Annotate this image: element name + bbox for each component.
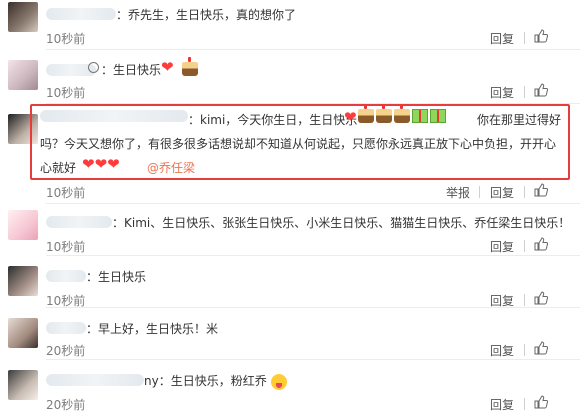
comment-time: 20秒前 [46,344,86,358]
username[interactable] [46,270,86,282]
separator [524,294,525,306]
thumbs-up-icon [534,395,548,409]
comment-item: ny：生日快乐，粉红乔 20秒前 回复 [0,360,580,412]
comment-text: ：Kimi、生日快乐、张张生日快乐、小米生日快乐、猫猫生日快乐、乔任梁生日快乐！ [112,216,571,230]
like-button[interactable] [534,237,551,251]
avatar[interactable] [8,266,38,296]
avatar[interactable] [8,210,38,240]
comment-time: 10秒前 [46,86,86,100]
thumbs-up-icon [534,29,548,43]
comment-text: ：乔先生，生日快乐，真的想你了 [116,8,297,22]
report-button[interactable]: 举报 [446,184,470,201]
comment-time: 10秒前 [46,186,86,200]
like-button[interactable] [534,291,551,305]
reply-button[interactable]: 回复 [490,396,514,413]
separator [524,344,525,356]
reply-button[interactable]: 回复 [490,184,514,201]
tongue-emoji-icon [271,374,287,390]
highlight-box [30,104,570,180]
comment-text: ny：生日快乐，粉红乔 [144,374,267,388]
username[interactable] [46,374,144,386]
separator [524,186,525,198]
avatar[interactable] [8,60,38,90]
like-button[interactable] [534,83,551,97]
thumbs-up-icon [534,237,548,251]
thumbs-up-icon [534,83,548,97]
thumbs-up-icon [534,291,548,305]
comment-text: ：生日快乐 [86,270,147,284]
reply-button[interactable]: 回复 [490,342,514,359]
comment-time: 10秒前 [46,32,86,46]
comment-text: ：生日快乐 [101,63,162,77]
like-button[interactable] [534,29,551,43]
comment-item: ：生日快乐 10秒前 回复 [0,256,580,308]
avatar[interactable] [8,370,38,400]
comment-text: ：早上好，生日快乐！米 [86,322,219,336]
avatar[interactable] [8,318,38,348]
avatar[interactable] [8,2,38,32]
separator [524,398,525,410]
separator [524,86,525,98]
like-button[interactable] [534,341,551,355]
clock-icon [88,62,99,73]
reply-button[interactable]: 回复 [490,84,514,101]
comment-item: ：生日快乐 ❤ 10秒前 回复 [0,50,580,104]
username[interactable] [46,216,112,228]
separator [524,32,525,44]
reply-button[interactable]: 回复 [490,30,514,47]
comment-item: ：Kimi、生日快乐、张张生日快乐、小米生日快乐、猫猫生日快乐、乔任梁生日快乐！… [0,204,580,256]
separator [479,186,480,198]
comment-time: 10秒前 [46,240,86,254]
thumbs-up-icon [534,341,548,355]
comment-item: ：乔先生，生日快乐，真的想你了 10秒前 回复 [0,0,580,50]
separator [524,240,525,252]
like-button[interactable] [534,183,551,197]
username[interactable] [46,322,86,334]
heart-emoji-icon: ❤ [161,58,174,76]
cake-emoji-icon [182,57,198,76]
comment-item: ：早上好，生日快乐！米 20秒前 回复 [0,308,580,360]
username[interactable] [46,8,116,20]
comment-time: 20秒前 [46,398,86,412]
thumbs-up-icon [534,183,548,197]
reply-button[interactable]: 回复 [490,238,514,255]
like-button[interactable] [534,395,551,409]
